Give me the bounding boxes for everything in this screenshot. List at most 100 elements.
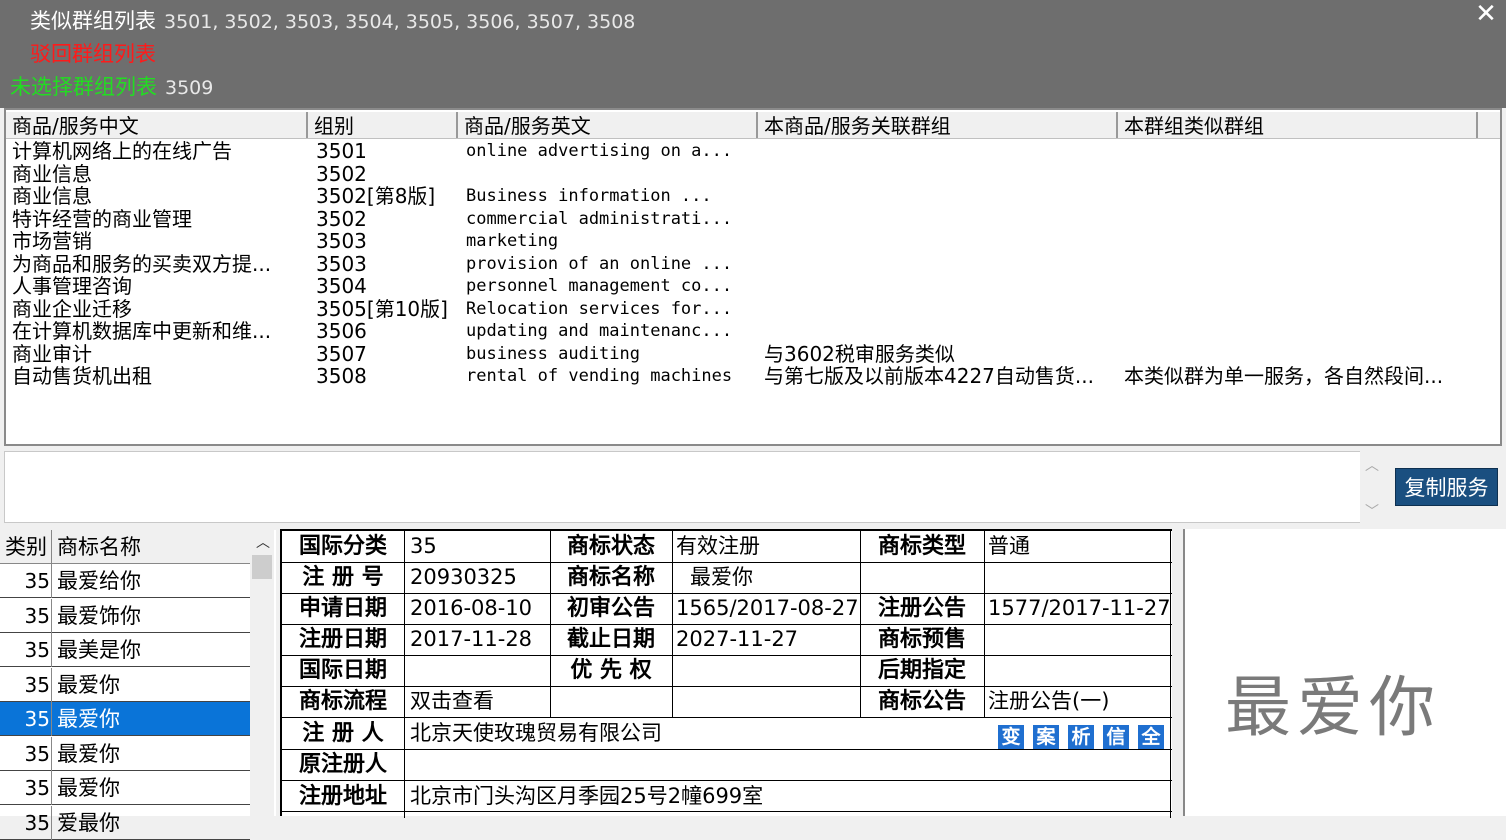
close-icon[interactable]: ✕ bbox=[1474, 1, 1498, 27]
scroll-thumb[interactable] bbox=[252, 555, 272, 579]
cell-group: 3506 bbox=[316, 320, 367, 343]
cell-en: provision of an online ... bbox=[466, 253, 733, 274]
trademark-name: 最爱你 bbox=[57, 776, 120, 800]
trademark-row[interactable]: 35 爱最你 bbox=[0, 805, 250, 840]
trademark-row[interactable]: 35 最爱你 bbox=[0, 702, 250, 736]
cell-group: 3508 bbox=[316, 365, 367, 388]
orig-registrant-label: 原注册人 bbox=[298, 752, 387, 777]
service-row[interactable]: 特许经营的商业管理 3502 commercial administrati... bbox=[6, 208, 1500, 231]
cell-related bbox=[764, 320, 1114, 343]
reg-no-label: 注 册 号 bbox=[302, 565, 384, 590]
service-row[interactable]: 在计算机数据库中更新和维... 3506 updating and maintena… bbox=[6, 320, 1500, 343]
header-category[interactable]: 类别 bbox=[5, 530, 47, 564]
cell-similar bbox=[1124, 140, 1484, 163]
trademark-row[interactable]: 35 最爱饰你 bbox=[0, 598, 250, 633]
cell-group: 3501 bbox=[316, 140, 367, 163]
cell-similar bbox=[1124, 253, 1484, 276]
reg-notice-label: 注册公告 bbox=[877, 596, 966, 621]
header-divider bbox=[51, 530, 52, 563]
copy-service-button[interactable]: 复制服务 bbox=[1395, 468, 1498, 506]
analysis-button[interactable]: 析 bbox=[1068, 725, 1094, 749]
unselected-groups-label: 未选择群组列表 bbox=[10, 75, 157, 99]
rejected-groups-label: 驳回群组列表 bbox=[30, 42, 156, 66]
prelim-value: 1565/2017-08-27 bbox=[676, 596, 859, 620]
service-row[interactable]: 商业审计 3507 business auditing 与3602税审服务类似 bbox=[6, 343, 1500, 366]
trademark-category: 35 bbox=[24, 707, 50, 731]
presale-value bbox=[984, 624, 988, 655]
cell-en: updating and maintenanc... bbox=[466, 321, 733, 341]
scroll-up-icon[interactable]: ︿ bbox=[1365, 455, 1379, 475]
service-text-area[interactable] bbox=[4, 451, 1382, 523]
scroll-up-icon[interactable]: ︿ bbox=[256, 532, 270, 552]
apply-date-label: 申请日期 bbox=[298, 596, 387, 621]
case-button[interactable]: 案 bbox=[1033, 725, 1059, 749]
name-value: 最爱你 bbox=[690, 565, 753, 589]
cell-related: 与3602税审服务类似 bbox=[764, 342, 955, 365]
cell-en: personnel management co... bbox=[466, 276, 733, 296]
trademark-row[interactable]: 35 最爱你 bbox=[0, 736, 250, 771]
cell-group: 3502 bbox=[316, 162, 367, 185]
cell-similar bbox=[1124, 275, 1484, 298]
service-row[interactable]: 商业信息 3502[第8版] Business information ... bbox=[6, 185, 1500, 208]
cell-similar bbox=[1124, 343, 1484, 366]
row-divider bbox=[51, 667, 52, 702]
scroll-down-icon[interactable]: ﹀ bbox=[1365, 501, 1379, 521]
column-header-similar[interactable]: 本群组类似群组 bbox=[1118, 112, 1478, 138]
change-button[interactable]: 变 bbox=[998, 725, 1024, 749]
column-header-en[interactable]: 商品/服务英文 bbox=[458, 112, 758, 138]
info-button[interactable]: 信 bbox=[1103, 725, 1129, 749]
cell-group: 3505[第10版] bbox=[316, 297, 448, 320]
trademark-row[interactable]: 35 最爱给你 bbox=[0, 564, 250, 598]
cell-related bbox=[764, 208, 1114, 231]
column-header-group[interactable]: 组别 bbox=[308, 112, 458, 138]
intl-date-label: 国际日期 bbox=[298, 658, 387, 683]
row-divider bbox=[51, 564, 52, 598]
notice-value[interactable]: 注册公告(一) bbox=[984, 686, 1109, 717]
trademark-name: 最爱你 bbox=[57, 741, 120, 766]
registrant-value: 北京天使玫瑰贸易有限公司 bbox=[410, 721, 662, 745]
cell-group: 3502[第8版] bbox=[316, 185, 436, 208]
status-value: 有效注册 bbox=[676, 534, 760, 558]
cell-cn: 商业审计 bbox=[12, 342, 92, 365]
service-row[interactable]: 商业信息 3502 bbox=[6, 163, 1500, 186]
cell-cn: 商业信息 bbox=[12, 162, 92, 185]
column-header-related[interactable]: 本商品/服务关联群组 bbox=[758, 112, 1118, 138]
service-row[interactable]: 人事管理咨询 3504 personnel management co... bbox=[6, 275, 1500, 298]
column-header-cn[interactable]: 商品/服务中文 bbox=[6, 112, 308, 138]
trademark-row[interactable]: 35 最美是你 bbox=[0, 633, 250, 667]
row-divider bbox=[51, 805, 52, 840]
cell-related bbox=[764, 140, 1114, 163]
text-area-scrollbar[interactable]: ︿ ﹀ bbox=[1360, 451, 1382, 523]
all-button[interactable]: 全 bbox=[1138, 725, 1164, 749]
cell-similar bbox=[1124, 208, 1484, 231]
trademark-row[interactable]: 35 最爱你 bbox=[0, 667, 250, 702]
status-label: 商标状态 bbox=[566, 534, 655, 559]
cell-cn: 在计算机数据库中更新和维... bbox=[12, 320, 272, 343]
prelim-label: 初审公告 bbox=[566, 596, 655, 621]
registrant-label: 注 册 人 bbox=[302, 721, 384, 746]
cell-similar bbox=[1124, 185, 1484, 208]
similar-groups-label: 类似群组列表 bbox=[30, 9, 156, 33]
trademark-list-header: 类别 商标名称 bbox=[0, 530, 250, 564]
service-row[interactable]: 商业企业迁移 3505[第10版] Relocation services for.… bbox=[6, 298, 1500, 321]
trademark-name: 爱最你 bbox=[57, 810, 120, 835]
service-row[interactable]: 计算机网络上的在线广告 3501 online advertising on a..… bbox=[6, 140, 1500, 163]
header-trademark-name[interactable]: 商标名称 bbox=[57, 530, 141, 564]
trademark-category: 35 bbox=[24, 638, 50, 662]
flow-value[interactable]: 双击查看 bbox=[406, 686, 494, 717]
service-row[interactable]: 市场营销 3503 marketing bbox=[6, 230, 1500, 253]
service-row[interactable]: 自动售货机出租 3508 rental of vending machines 与第七… bbox=[6, 365, 1500, 388]
service-row[interactable]: 为商品和服务的买卖双方提... 3503 provision of an onlin… bbox=[6, 253, 1500, 276]
trademark-row[interactable]: 35 最爱你 bbox=[0, 771, 250, 805]
trademark-list-scrollbar[interactable]: ︿ bbox=[250, 530, 274, 816]
flow-label: 商标流程 bbox=[298, 689, 387, 714]
priority-label: 优 先 权 bbox=[570, 658, 652, 683]
expiry-value: 2027-11-27 bbox=[676, 627, 799, 651]
priority-value bbox=[672, 655, 676, 686]
cell-cn: 商业企业迁移 bbox=[12, 297, 132, 320]
cell-group: 3507 bbox=[316, 342, 367, 365]
later-value bbox=[984, 655, 988, 686]
cell-en: rental of vending machines bbox=[466, 366, 733, 386]
trademark-image: 最爱你 bbox=[1225, 669, 1441, 746]
type-label: 商标类型 bbox=[877, 534, 966, 559]
